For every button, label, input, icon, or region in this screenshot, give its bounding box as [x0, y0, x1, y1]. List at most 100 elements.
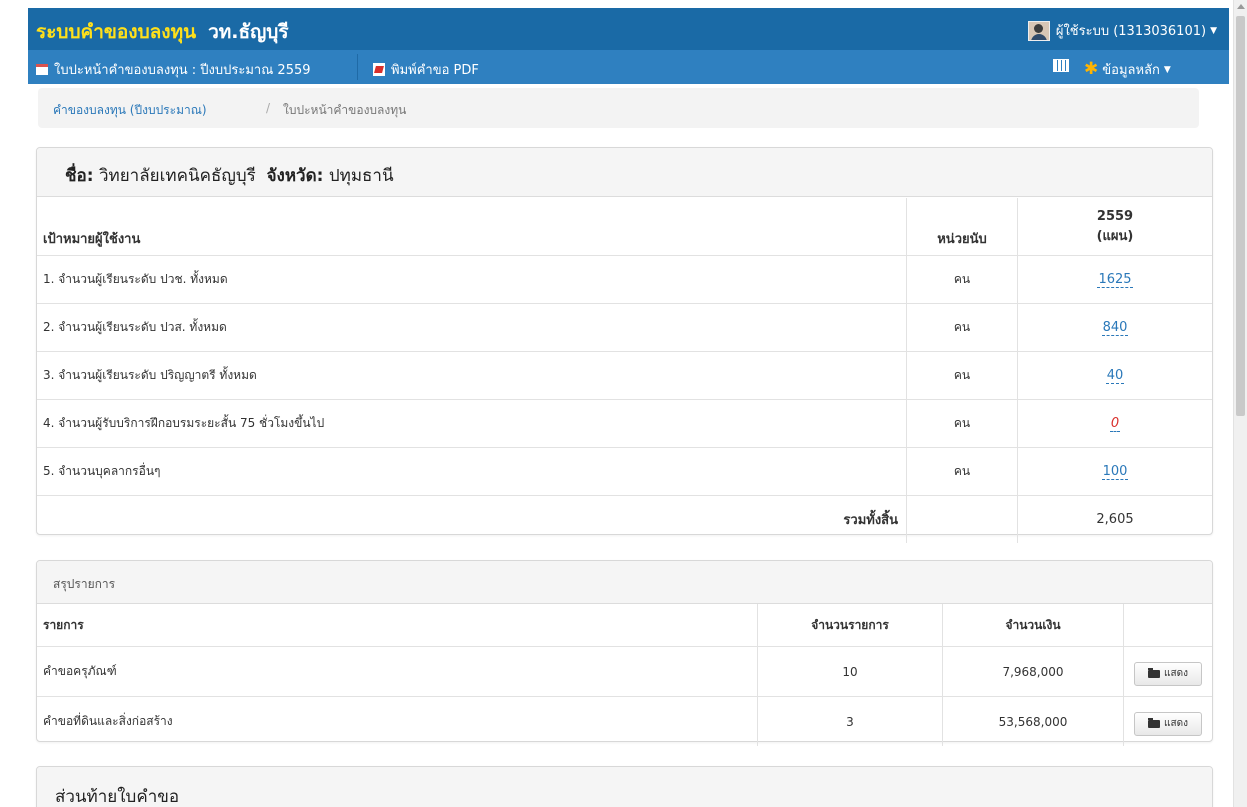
summary-action-cell: แสดง	[1123, 696, 1212, 746]
summary-action-cell: แสดง	[1123, 646, 1212, 697]
breadcrumb-link[interactable]: คำของบลงทุน (ปีงบประมาณ)	[53, 101, 207, 120]
table-row: 2. จำนวนผู้เรียนระดับ ปวส. ทั้งหมด คน 84…	[37, 303, 1212, 352]
show-button-label: แสดง	[1164, 668, 1188, 679]
total-value: 2,605	[1017, 495, 1212, 543]
nav-print-pdf[interactable]: พิมพ์คำขอ PDF	[373, 59, 479, 80]
vertical-scrollbar[interactable]	[1233, 0, 1247, 807]
folder-open-icon	[1148, 667, 1161, 678]
summary-panel: สรุปรายการ รายการ จำนวนรายการ จำนวนเงิน …	[36, 560, 1213, 746]
nav-form-cover-label: ใบปะหน้าคำของบลงทุน : ปีงบประมาณ 2559	[54, 63, 311, 78]
summary-item-label: คำขอที่ดินและสิ่งก่อสร้าง	[37, 696, 758, 746]
column-header-year: 2559 (แผน)	[1017, 198, 1212, 256]
table-row: 1. จำนวนผู้เรียนระดับ ปวช. ทั้งหมด คน 16…	[37, 255, 1212, 304]
target-unit: คน	[906, 447, 1018, 496]
table-row: 5. จำนวนบุคลากรอื่นๆ คน 100	[37, 447, 1212, 496]
summary-panel-header: สรุปรายการ	[37, 561, 1212, 604]
editable-value-link[interactable]: 40	[1105, 368, 1125, 384]
target-panel-header: ชื่อ: วิทยาลัยเทคนิคธัญบุรี จังหวัด: ปทุ…	[37, 148, 1212, 197]
footer-panel: ส่วนท้ายใบคำขอ	[36, 766, 1213, 807]
user-menu[interactable]: ผู้ใช้ระบบ (1313036101) ▼	[1027, 20, 1217, 41]
editable-value-link[interactable]: 0	[1109, 416, 1121, 432]
editable-value-link[interactable]: 100	[1101, 464, 1129, 480]
top-navbar: ระบบคำของบลงทุน วท.ธัญบุรี ผู้ใช้ระบบ (13…	[28, 8, 1229, 50]
nav-divider	[357, 54, 358, 80]
target-value-cell: 40	[1017, 351, 1212, 400]
star-icon: ✱	[1084, 59, 1099, 79]
chevron-down-icon: ▼	[1210, 25, 1217, 36]
editable-value-link[interactable]: 840	[1101, 320, 1129, 336]
pdf-icon	[373, 63, 385, 76]
breadcrumb: คำของบลงทุน (ปีงบประมาณ) / ใบปะหน้าคำของ…	[38, 88, 1199, 128]
column-header-item: รายการ	[43, 617, 84, 632]
footer-title: ส่วนท้ายใบคำขอ	[55, 787, 180, 807]
summary-item-amount: 53,568,000	[942, 696, 1124, 746]
breadcrumb-current: ใบปะหน้าคำของบลงทุน	[283, 103, 407, 117]
column-header-count: จำนวนรายการ	[757, 604, 943, 647]
province-key: จังหวัด:	[266, 166, 324, 186]
column-header-unit: หน่วยนับ	[906, 198, 1018, 256]
main-data-menu[interactable]: ✱ ข้อมูลหลัก ▼	[1084, 59, 1171, 80]
nav-print-pdf-label: พิมพ์คำขอ PDF	[391, 63, 479, 78]
target-label: 5. จำนวนบุคลากรอื่นๆ	[37, 447, 907, 496]
total-row: รวมทั้งสิ้น 2,605	[37, 495, 1212, 543]
institution-name: วิทยาลัยเทคนิคธัญบุรี	[98, 166, 256, 186]
page: ระบบคำของบลงทุน วท.ธัญบุรี ผู้ใช้ระบบ (13…	[0, 0, 1233, 807]
table-row: 4. จำนวนผู้รับบริการฝึกอบรมระยะสั้น 75 ช…	[37, 399, 1212, 448]
institution-info: ชื่อ: วิทยาลัยเทคนิคธัญบุรี จังหวัด: ปทุ…	[65, 162, 394, 189]
column-header-amount: จำนวนเงิน	[942, 604, 1124, 647]
target-unit: คน	[906, 303, 1018, 352]
target-unit: คน	[906, 351, 1018, 400]
column-header-action	[1123, 604, 1212, 647]
table-row: 3. จำนวนผู้เรียนระดับ ปริญญาตรี ทั้งหมด …	[37, 351, 1212, 400]
show-button-label: แสดง	[1164, 718, 1188, 729]
footer-panel-header: ส่วนท้ายใบคำขอ	[37, 767, 1212, 807]
nav-form-cover[interactable]: ใบปะหน้าคำของบลงทุน : ปีงบประมาณ 2559	[36, 59, 311, 80]
calendar-icon	[36, 64, 48, 75]
grid-icon	[1053, 59, 1069, 72]
user-avatar-icon	[1027, 20, 1050, 41]
total-unit-empty	[906, 495, 1018, 543]
target-panel: ชื่อ: วิทยาลัยเทคนิคธัญบุรี จังหวัด: ปทุ…	[36, 147, 1213, 543]
column-header-plan: (แผน)	[1096, 229, 1134, 244]
column-header-target: เป้าหมายผู้ใช้งาน	[43, 232, 141, 247]
sub-navbar: ใบปะหน้าคำของบลงทุน : ปีงบประมาณ 2559 พิ…	[28, 50, 1229, 84]
folder-open-icon	[1148, 717, 1161, 728]
target-value-cell: 100	[1017, 447, 1212, 496]
summary-title: สรุปรายการ	[53, 577, 116, 591]
breadcrumb-separator: /	[266, 101, 271, 115]
brand-school[interactable]: วท.ธัญบุรี	[208, 21, 288, 43]
target-value-cell: 1625	[1017, 255, 1212, 304]
summary-item-count: 3	[757, 696, 943, 746]
summary-item-amount: 7,968,000	[942, 646, 1124, 697]
chevron-down-icon: ▼	[1163, 64, 1171, 75]
target-table: เป้าหมายผู้ใช้งาน หน่วยนับ 2559 (แผน) 1.…	[37, 198, 1212, 543]
main-data-label: ข้อมูลหลัก	[1102, 63, 1160, 78]
province-name: ปทุมธานี	[328, 166, 394, 186]
target-label: 1. จำนวนผู้เรียนระดับ ปวช. ทั้งหมด	[37, 255, 907, 304]
target-label: 2. จำนวนผู้เรียนระดับ ปวส. ทั้งหมด	[37, 303, 907, 352]
scroll-thumb[interactable]	[1236, 16, 1245, 416]
table-row: คำขอที่ดินและสิ่งก่อสร้าง 3 53,568,000 แ…	[37, 696, 1212, 746]
table-header-row: เป้าหมายผู้ใช้งาน หน่วยนับ 2559 (แผน)	[37, 198, 1212, 256]
target-value-cell: 0	[1017, 399, 1212, 448]
target-unit: คน	[906, 255, 1018, 304]
brand[interactable]: ระบบคำของบลงทุน วท.ธัญบุรี	[36, 17, 289, 47]
scroll-up-arrow-icon[interactable]	[1237, 4, 1245, 9]
total-label: รวมทั้งสิ้น	[37, 495, 907, 543]
show-button[interactable]: แสดง	[1134, 711, 1202, 736]
summary-item-label: คำขอครุภัณฑ์	[37, 646, 758, 697]
editable-value-link[interactable]: 1625	[1097, 272, 1133, 288]
summary-item-count: 10	[757, 646, 943, 697]
table-header-row: รายการ จำนวนรายการ จำนวนเงิน	[37, 604, 1212, 647]
user-label[interactable]: ผู้ใช้ระบบ (1313036101)	[1056, 20, 1206, 41]
table-row: คำขอครุภัณฑ์ 10 7,968,000 แสดง	[37, 646, 1212, 697]
target-value-cell: 840	[1017, 303, 1212, 352]
brand-title[interactable]: ระบบคำของบลงทุน	[36, 21, 196, 43]
name-key: ชื่อ:	[65, 166, 94, 186]
column-header-year-value: 2559	[1096, 209, 1134, 224]
show-button[interactable]: แสดง	[1134, 661, 1202, 686]
target-label: 3. จำนวนผู้เรียนระดับ ปริญญาตรี ทั้งหมด	[37, 351, 907, 400]
target-unit: คน	[906, 399, 1018, 448]
target-label: 4. จำนวนผู้รับบริการฝึกอบรมระยะสั้น 75 ช…	[37, 399, 907, 448]
grid-menu-button[interactable]	[1053, 59, 1069, 72]
